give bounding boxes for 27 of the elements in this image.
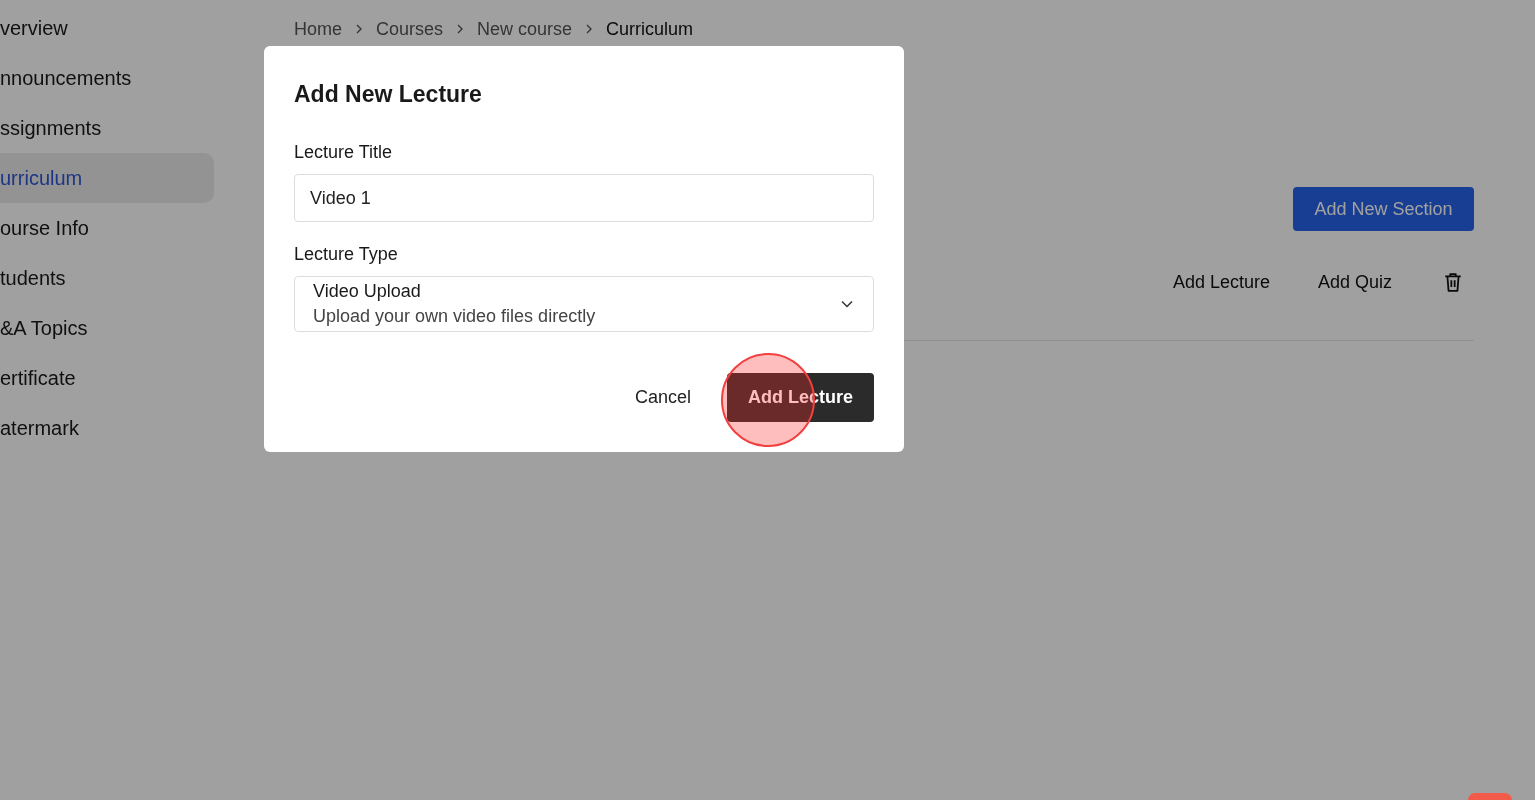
field-label: Lecture Type bbox=[294, 244, 399, 265]
select-dropdown[interactable]: Video Upload Upload your own video files directly bbox=[294, 276, 874, 332]
cancel-button[interactable]: Cancel bbox=[616, 377, 709, 418]
breadcrumb-link[interactable]: Courses bbox=[376, 18, 444, 40]
dialog-title: Add New Lecture bbox=[294, 81, 483, 108]
click-indicator bbox=[1468, 793, 1512, 800]
add-button[interactable]: Add Lecture bbox=[1160, 263, 1282, 301]
sidebar-item[interactable]: urriculum bbox=[0, 153, 214, 203]
field-label: Lecture Title bbox=[294, 142, 394, 163]
sidebar-item[interactable]: tudents bbox=[0, 253, 214, 303]
chevron-right-icon bbox=[354, 24, 364, 34]
breadcrumb-current: Curriculum bbox=[606, 18, 694, 40]
sidebar-item[interactable]: ertificate bbox=[0, 353, 214, 403]
breadcrumb-link[interactable]: Home bbox=[294, 18, 342, 40]
add-section-button[interactable]: Add New Section bbox=[1293, 187, 1474, 231]
sidebar-item[interactable]: ssignments bbox=[0, 103, 214, 153]
option-description: Upload your own video files directly bbox=[313, 306, 596, 327]
add-button[interactable]: Add Quiz bbox=[1305, 263, 1404, 301]
selected-option: Video Upload bbox=[313, 281, 596, 302]
sidebar-item[interactable]: &A Topics bbox=[0, 303, 214, 353]
sidebar-item[interactable]: nnouncements bbox=[0, 53, 214, 103]
chevron-down-icon bbox=[841, 300, 853, 308]
sidebar-item[interactable]: ourse Info bbox=[0, 203, 214, 253]
text-input-field[interactable]: Video 1 bbox=[294, 174, 874, 222]
breadcrumb-link[interactable]: New course bbox=[477, 18, 573, 40]
sidebar-item[interactable]: atermark bbox=[0, 403, 214, 453]
sidebar-item[interactable]: verview bbox=[0, 3, 214, 53]
